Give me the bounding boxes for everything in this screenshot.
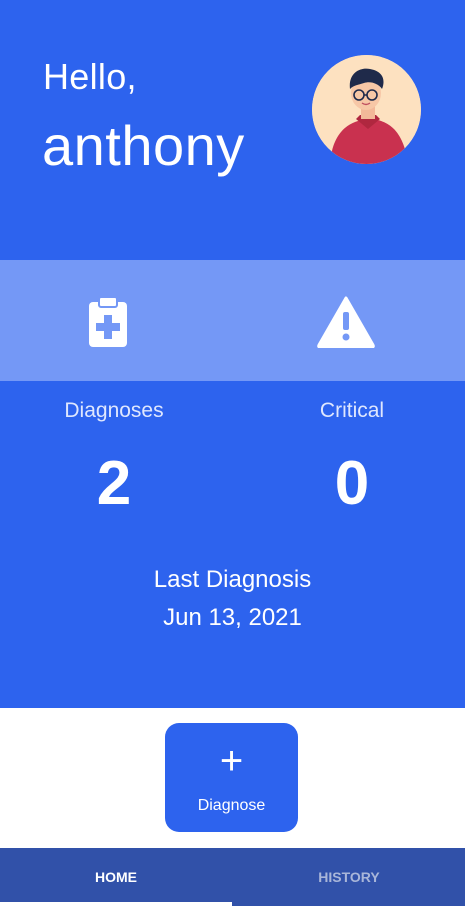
diagnoses-label: Diagnoses <box>64 399 164 422</box>
bottom-nav: HOME HISTORY <box>0 848 465 906</box>
user-avatar-illustration <box>312 55 421 164</box>
username-text: anthony <box>42 114 245 177</box>
last-diagnosis-title: Last Diagnosis <box>153 566 312 593</box>
critical-count: 0 <box>334 449 370 518</box>
diagnose-button[interactable]: + Diagnose <box>165 723 298 832</box>
warning-triangle-icon <box>316 292 376 352</box>
plus-icon: + <box>219 739 244 783</box>
greeting-text: Hello, <box>43 56 137 97</box>
active-tab-indicator <box>0 902 232 906</box>
clipboard-medical-icon <box>78 292 138 352</box>
stats-icon-band <box>0 260 465 381</box>
tab-home[interactable]: HOME <box>0 848 232 906</box>
last-diagnosis-date: Jun 13, 2021 <box>163 604 302 631</box>
diagnoses-count: 2 <box>96 449 132 518</box>
critical-label: Critical <box>319 399 385 422</box>
avatar[interactable] <box>312 55 421 164</box>
tab-history[interactable]: HISTORY <box>233 848 465 906</box>
diagnose-button-label: Diagnose <box>197 797 266 814</box>
